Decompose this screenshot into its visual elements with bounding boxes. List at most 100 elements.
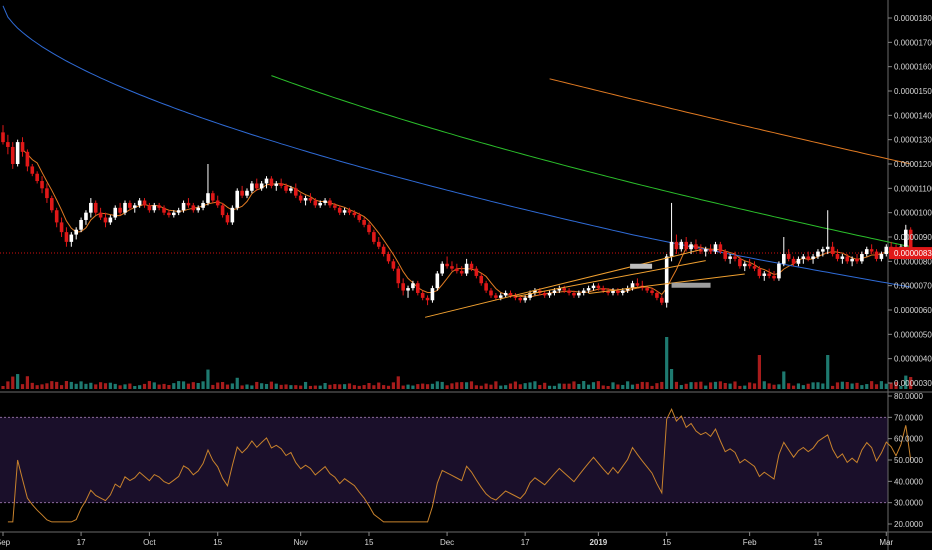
candle-body: [211, 193, 215, 201]
volume-bar: [796, 383, 801, 389]
volume-bar: [289, 385, 293, 389]
candle-body: [6, 142, 10, 147]
volume-bar: [128, 383, 132, 389]
candle-body: [821, 249, 825, 252]
candle-body: [811, 256, 815, 259]
candle-body: [860, 254, 864, 262]
candle-body: [484, 283, 488, 291]
volume-bar: [582, 381, 586, 389]
volume-bar: [152, 382, 156, 389]
volume-bar: [791, 385, 796, 389]
candle-body: [664, 256, 669, 303]
candle-body: [777, 263, 781, 279]
volume-bar: [831, 385, 835, 389]
volume-bar: [430, 383, 435, 389]
volume-bar: [728, 383, 732, 389]
volume-bar: [665, 337, 669, 389]
candle-body: [708, 249, 713, 252]
time-tick-label: 15: [814, 538, 823, 547]
volume-bar: [318, 385, 322, 389]
candle-body: [830, 246, 835, 255]
candle-body: [455, 268, 459, 272]
candle-body: [869, 249, 874, 252]
volume-bar: [845, 381, 849, 389]
volume-bar: [713, 381, 718, 389]
candle-body: [69, 234, 74, 242]
volume-bar: [196, 383, 200, 389]
candle-body: [89, 202, 93, 213]
volume-bar: [328, 384, 332, 389]
price-tick-label: 0.00000900: [894, 233, 932, 242]
volume-bar: [630, 384, 635, 389]
candle-body: [337, 207, 342, 213]
volume-bar: [596, 381, 600, 389]
candle-body: [552, 290, 557, 293]
candle-body: [738, 258, 742, 267]
volume-bar: [103, 383, 108, 389]
volume-bar: [201, 381, 205, 389]
price-tick-label: 0.00001100: [894, 184, 932, 193]
volume-bar: [465, 382, 469, 389]
candle-body: [542, 292, 547, 296]
candle-body: [601, 288, 606, 291]
candle-body: [816, 251, 820, 257]
volume-bar: [79, 381, 83, 389]
candle-body: [572, 292, 576, 296]
candle-body: [645, 288, 649, 291]
rsi-tick-label: 40.0000: [894, 477, 923, 486]
candle-body: [635, 283, 640, 286]
volume-bar: [299, 385, 303, 389]
candle-body: [825, 246, 830, 250]
volume-bar: [752, 383, 757, 389]
volume-bar: [733, 381, 737, 389]
candle-body: [269, 178, 274, 186]
rsi-tick-label: 30.0000: [894, 499, 923, 508]
volume-bar: [738, 385, 742, 389]
price-tick-label: 0.00000600: [894, 306, 932, 315]
candle-body: [840, 256, 845, 259]
volume-bar: [1, 386, 5, 389]
volume-bar: [650, 385, 654, 389]
candle-body: [40, 181, 44, 189]
candle-body: [425, 297, 430, 301]
volume-bar: [865, 384, 869, 389]
volume-bar: [99, 382, 103, 389]
volume-bar: [211, 384, 215, 389]
candle-body: [191, 205, 196, 211]
candle-body: [225, 215, 230, 223]
candle-body: [503, 292, 508, 296]
volume-bar: [30, 382, 34, 389]
candle-body: [616, 290, 620, 293]
volume-bar: [250, 385, 254, 389]
volume-bar: [113, 383, 117, 389]
candle-body: [845, 256, 850, 262]
candle-body: [186, 202, 191, 206]
candle-body: [162, 207, 166, 213]
volume-bar: [469, 381, 474, 389]
candle-body: [35, 173, 39, 182]
volume-bar: [94, 384, 98, 389]
candle-body: [416, 283, 420, 293]
candle-body: [523, 297, 527, 301]
volume-bar: [260, 383, 264, 389]
annotation-marker: [630, 263, 653, 269]
candle-body: [596, 285, 601, 289]
volume-bar: [474, 385, 478, 389]
candle-body: [498, 295, 503, 298]
rsi-tick-label: 60.0000: [894, 435, 923, 444]
price-tick-label: 0.00000300: [894, 379, 932, 388]
volume-bar: [811, 382, 815, 389]
volume-bar: [69, 381, 73, 389]
candle-body: [15, 142, 20, 164]
candle-body: [864, 249, 869, 255]
price-tick-label: 0.00001600: [894, 63, 932, 72]
price-tick-label: 0.00001400: [894, 111, 932, 120]
volume-bar: [460, 382, 464, 389]
candle-body: [196, 207, 200, 211]
volume-bar: [547, 385, 552, 389]
price-tick-label: 0.00001200: [894, 160, 932, 169]
candle-body: [752, 266, 757, 269]
candle-body: [328, 200, 332, 206]
volume-bar: [362, 385, 366, 389]
candle-body: [45, 188, 49, 199]
